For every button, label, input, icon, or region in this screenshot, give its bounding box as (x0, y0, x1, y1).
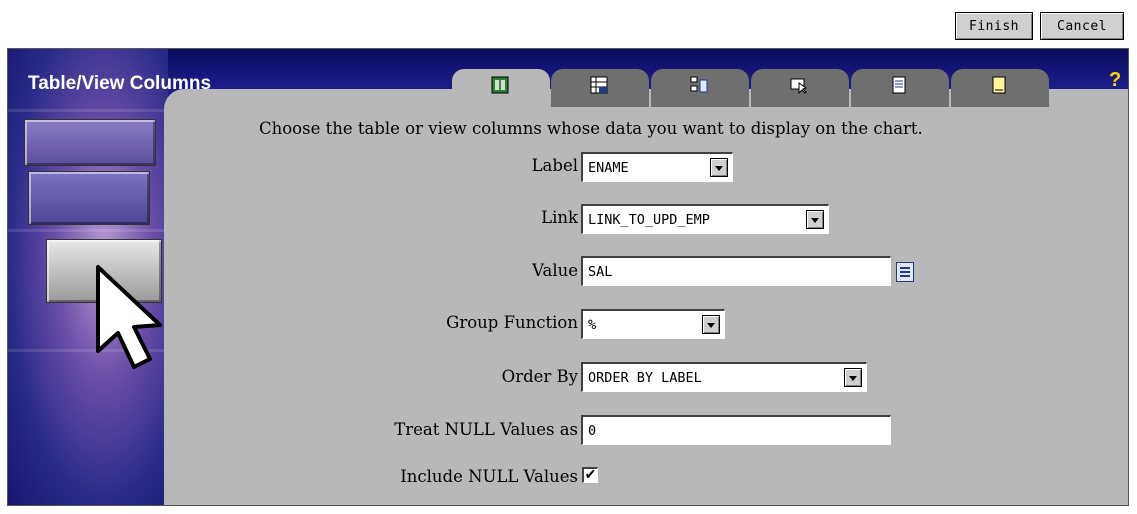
document-icon (892, 76, 906, 94)
tab-note[interactable] (951, 69, 1049, 107)
value-caption: Value (532, 261, 578, 280)
value-input[interactable]: SAL (581, 256, 891, 286)
link-select[interactable]: LINK_TO_UPD_EMP (581, 204, 829, 234)
note-icon (992, 76, 1006, 94)
table-icon (491, 76, 509, 94)
label-select-value: ENAME (588, 159, 629, 176)
help-icon[interactable]: ? (1109, 69, 1121, 92)
order-by-caption: Order By (501, 367, 578, 386)
treat-null-caption: Treat NULL Values as (394, 420, 578, 439)
chevron-down-icon[interactable] (710, 158, 728, 177)
value-input-value: SAL (588, 263, 613, 280)
group-function-caption: Group Function (446, 313, 578, 332)
xy-grid-icon (590, 76, 608, 94)
tab-table[interactable] (452, 69, 550, 107)
include-null-caption: Include NULL Values (400, 467, 578, 486)
decorative-side-art (8, 49, 168, 505)
list-picker-icon[interactable] (896, 262, 914, 282)
chevron-down-icon[interactable] (806, 210, 824, 229)
tab-pointer[interactable] (751, 69, 849, 107)
tab-data-select[interactable] (651, 69, 749, 107)
treat-null-value: 0 (588, 422, 597, 439)
chevron-down-icon[interactable] (844, 368, 862, 387)
decorative-slab (28, 171, 150, 225)
cancel-button[interactable]: Cancel (1040, 12, 1124, 40)
chevron-down-icon[interactable] (702, 315, 720, 334)
label-select[interactable]: ENAME (581, 152, 733, 182)
finish-button[interactable]: Finish (955, 12, 1033, 40)
include-null-checkbox[interactable]: ✔ (582, 467, 598, 483)
group-function-select[interactable]: % (581, 309, 725, 339)
wizard-panel: Table/View Columns ? Choose the table or… (7, 48, 1129, 506)
link-caption: Link (541, 208, 578, 227)
tab-document[interactable] (851, 69, 949, 107)
pointer-window-icon (790, 78, 808, 94)
decorative-slab (24, 119, 156, 166)
group-function-value: % (588, 316, 597, 333)
link-select-value: LINK_TO_UPD_EMP (588, 211, 710, 228)
instructions-text: Choose the table or view columns whose d… (259, 119, 923, 138)
order-by-select[interactable]: ORDER BY LABEL (581, 362, 867, 392)
page-title: Table/View Columns (28, 73, 212, 94)
data-select-icon (690, 76, 708, 93)
treat-null-input[interactable]: 0 (581, 415, 891, 445)
order-by-value: ORDER BY LABEL (588, 369, 702, 386)
tab-xy[interactable] (551, 69, 649, 107)
label-caption: Label (531, 156, 578, 175)
